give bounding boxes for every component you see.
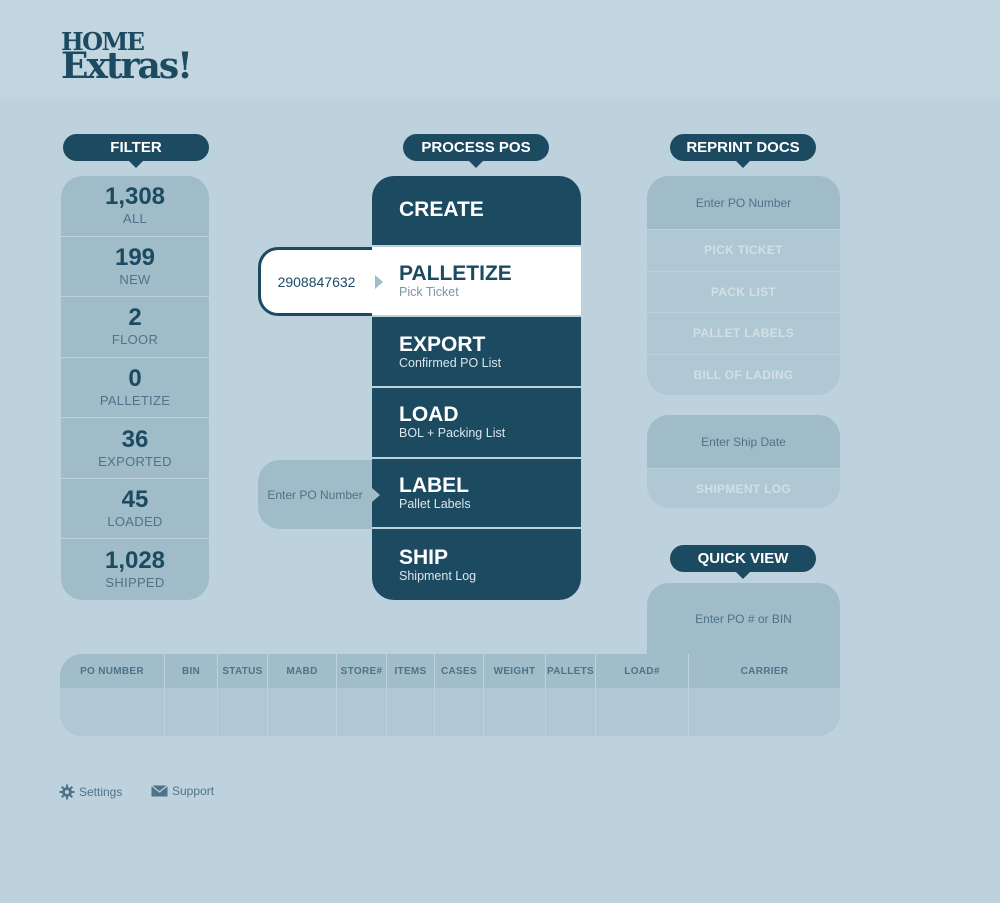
filter-label: ALL (122, 211, 148, 227)
filter-list: 1,308 ALL 199 NEW 2 FLOOR 0 PALLETIZE 36… (61, 176, 209, 600)
reprint-pack-list-button[interactable]: PACK LIST (647, 270, 840, 313)
column-header[interactable]: CASES (435, 654, 483, 688)
column-header[interactable]: PALLETS (546, 654, 595, 688)
process-header: PROCESS POS (403, 134, 549, 168)
ship-date-panel: SHIPMENT LOG (647, 415, 840, 508)
reprint-pick-ticket-button[interactable]: PICK TICKET (647, 229, 840, 271)
filter-item-shipped[interactable]: 1,028 SHIPPED (61, 539, 209, 600)
process-item-export[interactable]: EXPORT Confirmed PO List (372, 317, 581, 388)
process-item-subtitle: BOL + Packing List (399, 426, 506, 441)
process-item-ship[interactable]: SHIP Shipment Log (372, 529, 581, 600)
filter-count: 45 (121, 486, 149, 514)
process-item-palletize[interactable]: PALLETIZE Pick Ticket (372, 246, 581, 318)
process-item-create[interactable]: CREATE (372, 176, 581, 247)
filter-label: LOADED (107, 514, 163, 530)
column-bin: BIN (165, 654, 218, 736)
reprint-title: REPRINT DOCS (686, 139, 800, 156)
process-item-subtitle: Confirmed PO List (399, 355, 502, 370)
shipment-log-button[interactable]: SHIPMENT LOG (647, 468, 840, 508)
process-item-title: PALLETIZE (399, 261, 512, 285)
filter-label: NEW (119, 271, 151, 287)
quick-view-title: QUICK VIEW (697, 550, 789, 567)
process-item-title: SHIP (399, 545, 449, 569)
quick-view-panel (647, 583, 840, 655)
process-item-title: CREATE (399, 198, 484, 222)
filter-count: 0 (128, 364, 142, 392)
filter-count: 36 (121, 425, 149, 453)
process-item-subtitle: Shipment Log (399, 568, 477, 583)
reprint-header: REPRINT DOCS (670, 134, 816, 168)
column-header[interactable]: BIN (165, 654, 217, 688)
process-item-title: EXPORT (399, 332, 486, 356)
process-item-subtitle: Pick Ticket (399, 285, 459, 299)
column-pallets: PALLETS (546, 654, 596, 736)
column-header[interactable]: CARRIER (689, 654, 840, 688)
filter-label: EXPORTED (98, 453, 172, 469)
support-label: Support (172, 784, 215, 798)
filter-item-loaded[interactable]: 45 LOADED (61, 479, 209, 540)
gear-icon (59, 784, 75, 800)
ship-date-field (647, 415, 840, 468)
support-link[interactable]: Support (151, 784, 214, 798)
envelope-icon (151, 785, 168, 797)
column-load: LOAD# (596, 654, 689, 736)
reprint-bill-of-lading-button[interactable]: BILL OF LADING (647, 353, 840, 396)
filter-label: SHIPPED (105, 575, 165, 591)
column-weight: WEIGHT (484, 654, 546, 736)
label-po-tab (258, 460, 380, 529)
column-header[interactable]: ITEMS (387, 654, 434, 688)
filter-item-all[interactable]: 1,308 ALL (61, 176, 209, 237)
settings-link[interactable]: Settings (59, 784, 122, 800)
filter-count: 1,028 (104, 547, 166, 575)
filter-count: 1,308 (104, 183, 166, 211)
quick-view-input[interactable] (658, 612, 829, 626)
settings-label: Settings (79, 785, 123, 799)
column-cases: CASES (435, 654, 484, 736)
reprint-po-field (647, 176, 840, 229)
column-carrier: CARRIER (689, 654, 840, 736)
quick-view-field (647, 583, 840, 655)
home-extras-logo[interactable]: HOME Extras! (61, 28, 221, 86)
filter-item-palletize[interactable]: 0 PALLETIZE (61, 358, 209, 419)
process-item-load[interactable]: LOAD BOL + Packing List (372, 388, 581, 459)
column-items: ITEMS (387, 654, 435, 736)
reprint-docs-panel: PICK TICKET PACK LIST PALLET LABELS BILL… (647, 176, 840, 395)
filter-count: 2 (128, 304, 142, 332)
column-mabd: MABD (268, 654, 337, 736)
reprint-po-input[interactable] (658, 195, 829, 210)
process-title: PROCESS POS (421, 139, 531, 156)
pick-ticket-number[interactable]: 2908847632 (258, 247, 383, 316)
filter-count: 199 (114, 243, 156, 271)
column-header[interactable]: STORE# (337, 654, 386, 688)
filter-item-floor[interactable]: 2 FLOOR (61, 297, 209, 358)
column-header[interactable]: PO NUMBER (60, 654, 164, 688)
quick-view-header: QUICK VIEW (670, 545, 816, 579)
label-po-input[interactable] (265, 487, 365, 502)
process-list: CREATE PALLETIZE Pick Ticket EXPORT Conf… (372, 176, 581, 600)
pick-ticket-value: 2908847632 (277, 273, 356, 290)
process-item-title: LABEL (399, 473, 469, 497)
filter-item-new[interactable]: 199 NEW (61, 237, 209, 298)
logo-line-2: Extras! (61, 45, 193, 87)
filter-item-exported[interactable]: 36 EXPORTED (61, 418, 209, 479)
column-po-number: PO NUMBER (60, 654, 165, 736)
process-item-title: LOAD (399, 403, 459, 427)
ship-date-input[interactable] (658, 434, 829, 449)
column-header[interactable]: STATUS (218, 654, 267, 688)
process-item-subtitle: Pallet Labels (399, 496, 471, 511)
filter-header: FILTER (63, 134, 209, 168)
po-table: PO NUMBER BIN STATUS MABD STORE# ITEMS C… (60, 654, 840, 736)
reprint-pallet-labels-button[interactable]: PALLET LABELS (647, 312, 840, 354)
column-status: STATUS (218, 654, 268, 736)
process-item-label[interactable]: LABEL Pallet Labels (372, 459, 581, 530)
filter-label: PALLETIZE (99, 392, 171, 408)
column-header[interactable]: LOAD# (596, 654, 688, 688)
column-store: STORE# (337, 654, 387, 736)
column-header[interactable]: WEIGHT (484, 654, 545, 688)
filter-title: FILTER (110, 139, 162, 156)
filter-label: FLOOR (111, 332, 159, 348)
column-header[interactable]: MABD (268, 654, 336, 688)
